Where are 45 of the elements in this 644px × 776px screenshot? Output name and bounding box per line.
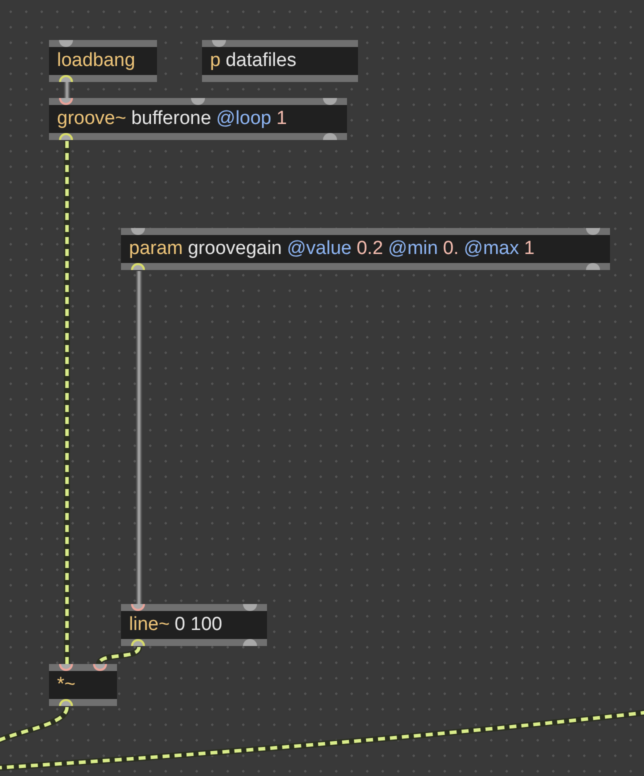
outlet-port[interactable] (586, 263, 600, 270)
object-text: groovegain (188, 238, 282, 260)
object-text: 0 100 (174, 614, 222, 636)
outlet-port[interactable] (243, 639, 257, 646)
outlet-port[interactable] (131, 639, 145, 646)
patch-cord (64, 81, 70, 98)
inlet-port[interactable] (59, 40, 73, 47)
object-box[interactable]: groove~ bufferone @loop 1 (49, 98, 347, 140)
outlet-port[interactable] (131, 263, 145, 270)
object-text: 0. (442, 238, 459, 260)
object-text: 0.2 (356, 238, 384, 260)
object-text: p (210, 50, 221, 72)
object-text: groove~ (57, 108, 126, 130)
outlet-port[interactable] (59, 75, 73, 82)
object-text: @min (388, 238, 438, 260)
inlet-port[interactable] (93, 664, 107, 671)
object-text: 1 (276, 108, 287, 130)
object-box[interactable]: param groovegain @value 0.2 @min 0. @max 1 (121, 228, 610, 270)
inlet-port[interactable] (212, 40, 226, 47)
object-box[interactable]: p datafiles (202, 40, 358, 82)
object-text: line~ (129, 614, 170, 636)
object-text: loadbang (57, 50, 136, 72)
inlet-port[interactable] (191, 98, 205, 105)
inlet-port[interactable] (59, 98, 73, 105)
object-text: param (129, 238, 183, 260)
outlet-port[interactable] (323, 133, 337, 140)
object-box[interactable]: *~ (49, 664, 117, 706)
inlet-port[interactable] (59, 664, 73, 671)
object-box[interactable]: line~ 0 100 (121, 604, 267, 646)
inlet-port[interactable] (131, 228, 145, 235)
object-text: datafiles (226, 50, 296, 72)
inlet-port[interactable] (323, 98, 337, 105)
patch-cord (96, 646, 142, 666)
object-box[interactable]: loadbang (49, 40, 157, 82)
object-text: *~ (57, 674, 76, 696)
object-text: @max (464, 238, 519, 260)
object-text: bufferone (131, 108, 212, 130)
outlet-port[interactable] (59, 133, 73, 140)
inlet-port[interactable] (586, 228, 600, 235)
object-text: @loop (216, 108, 272, 130)
inlet-port[interactable] (243, 604, 257, 611)
outlet-port[interactable] (59, 699, 73, 706)
inlet-port[interactable] (131, 604, 145, 611)
object-text: 1 (524, 238, 535, 260)
object-text: @value (286, 238, 352, 260)
